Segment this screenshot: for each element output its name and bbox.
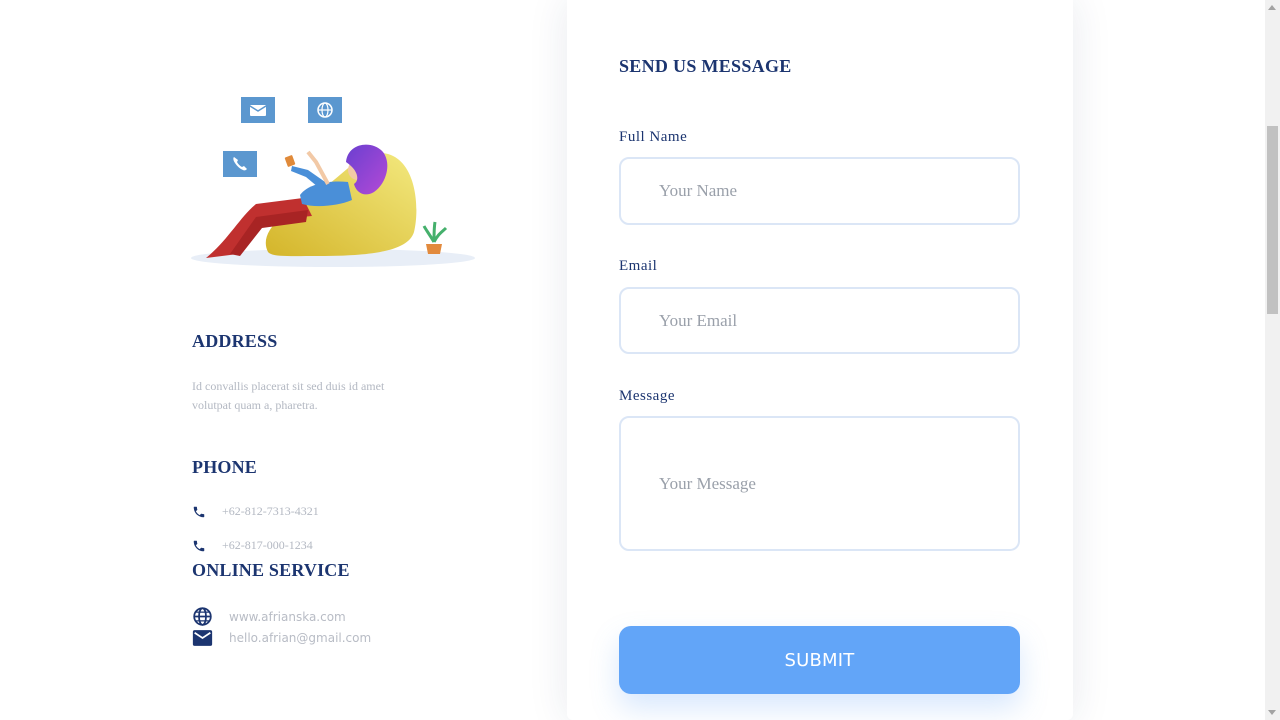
address-title: ADDRESS xyxy=(192,331,278,351)
phone-row: +62-817-000-1234 xyxy=(192,538,313,553)
globe-icon xyxy=(308,97,342,123)
form-title: SEND US MESSAGE xyxy=(619,56,792,76)
contact-illustration xyxy=(188,92,478,272)
email-row: hello.afrian@gmail.com xyxy=(192,629,371,647)
full-name-label: Full Name xyxy=(619,129,688,145)
email-label: Email xyxy=(619,258,658,274)
mail-icon xyxy=(241,97,275,123)
scroll-up-arrow-icon[interactable] xyxy=(1268,5,1276,10)
mail-icon xyxy=(192,630,213,646)
online-service-title: ONLINE SERVICE xyxy=(192,560,350,580)
full-name-input[interactable] xyxy=(619,157,1020,225)
website-row: www.afrianska.com xyxy=(192,606,346,627)
address-text: Id convallis placerat sit sed duis id am… xyxy=(192,379,385,412)
phone-number[interactable]: +62-812-7313-4321 xyxy=(222,504,319,519)
submit-button[interactable]: SUBMIT xyxy=(619,626,1020,694)
contact-form-card: SEND US MESSAGE Full Name Email Message … xyxy=(567,0,1073,720)
globe-icon xyxy=(193,607,212,626)
phone-icon xyxy=(193,506,205,517)
email-link[interactable]: hello.afrian@gmail.com xyxy=(229,631,371,645)
message-label: Message xyxy=(619,388,675,404)
phone-icon xyxy=(223,151,257,177)
website-link[interactable]: www.afrianska.com xyxy=(229,610,346,624)
email-input[interactable] xyxy=(619,287,1020,354)
phone-icon xyxy=(193,540,205,551)
scroll-down-arrow-icon[interactable] xyxy=(1268,710,1276,715)
message-textarea[interactable] xyxy=(619,416,1020,551)
phone-title: PHONE xyxy=(192,457,258,477)
page-scrollbar[interactable] xyxy=(1265,0,1280,720)
phone-row: +62-812-7313-4321 xyxy=(192,504,319,519)
phone-number[interactable]: +62-817-000-1234 xyxy=(222,538,313,553)
scroll-thumb[interactable] xyxy=(1267,126,1278,314)
